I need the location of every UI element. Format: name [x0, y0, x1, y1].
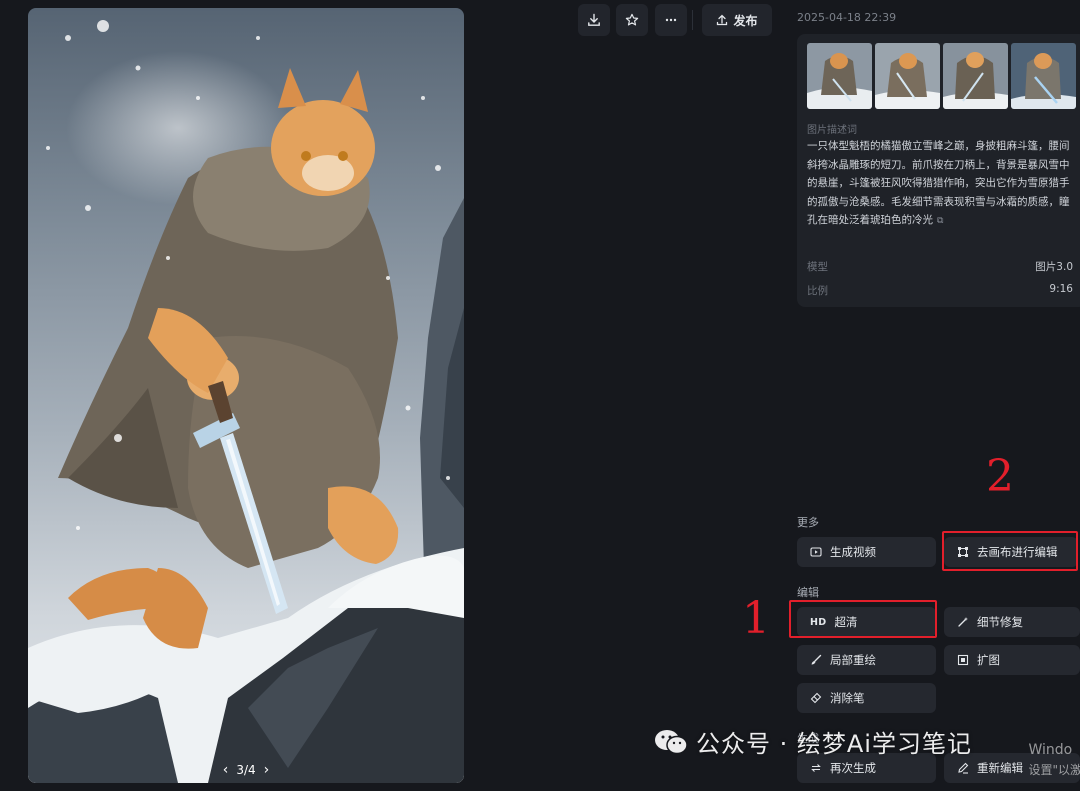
detail-repair-label: 细节修复 — [977, 615, 1023, 629]
generated-image-viewer[interactable]: ‹ 3/4 › — [28, 8, 464, 783]
model-row: 模型 图片3.0 — [807, 259, 1073, 274]
thumbnail-1[interactable] — [807, 43, 872, 109]
video-icon — [810, 546, 822, 558]
refresh-icon — [810, 762, 822, 774]
thumbnail-image — [943, 43, 1008, 109]
canvas-edit-label: 去画布进行编辑 — [977, 545, 1058, 559]
watermark-text: 公众号 · 绘梦Ai学习笔记 — [696, 730, 972, 758]
ratio-value: 9:16 — [1049, 283, 1073, 295]
thumbnail-image — [875, 43, 940, 109]
generated-image — [28, 20, 464, 783]
publish-button[interactable]: 发布 — [702, 4, 772, 36]
brush-icon — [810, 654, 822, 666]
expand-label: 扩图 — [977, 653, 1000, 667]
pencil-icon — [957, 762, 969, 774]
os-overlay-line-2: 设置"以激 — [1028, 763, 1080, 777]
next-image-arrow-icon[interactable]: › — [264, 762, 270, 778]
upscale-button[interactable]: HD 超清 — [797, 607, 936, 637]
wechat-watermark: 公众号 · 绘梦Ai学习笔记 — [654, 724, 972, 759]
thumbnail-2[interactable] — [875, 43, 940, 109]
thumbnail-3[interactable] — [943, 43, 1008, 109]
generate-video-button[interactable]: 生成视频 — [797, 537, 936, 567]
generate-video-label: 生成视频 — [830, 545, 876, 559]
image-pager: ‹ 3/4 › — [28, 759, 464, 781]
previous-image-arrow-icon[interactable]: ‹ — [223, 762, 229, 778]
thumbnail-strip — [807, 43, 1076, 109]
os-overlay-line-1: Windo — [1028, 742, 1073, 758]
expand-button[interactable]: 扩图 — [944, 645, 1080, 675]
image-info-card: 图片描述词 一只体型魁梧的橘猫傲立雪峰之巅，身披粗麻斗篷，腰间斜挎冰晶雕琢的短刀… — [797, 34, 1080, 307]
copy-icon[interactable]: ⧉ — [937, 212, 943, 231]
thumbnail-image — [807, 43, 872, 109]
prompt-description: 一只体型魁梧的橘猫傲立雪峰之巅，身披粗麻斗篷，腰间斜挎冰晶雕琢的短刀。前爪按在刀… — [807, 137, 1075, 231]
edit-section-label: 编辑 — [797, 586, 819, 599]
ratio-row: 比例 9:16 — [807, 283, 1073, 298]
inpaint-label: 局部重绘 — [830, 653, 876, 667]
hd-badge: HD — [810, 616, 827, 628]
expand-frame-icon — [957, 654, 969, 666]
download-button[interactable] — [578, 4, 610, 36]
more-horizontal-icon — [665, 18, 677, 22]
toolbar-divider — [692, 10, 693, 30]
publish-label: 发布 — [733, 13, 758, 28]
wechat-logo-icon — [654, 728, 688, 756]
canvas-transform-icon — [957, 546, 969, 558]
model-label: 模型 — [807, 261, 828, 273]
detail-repair-button[interactable]: 细节修复 — [944, 607, 1080, 637]
upscale-label: 超清 — [834, 615, 858, 629]
thumbnail-4[interactable] — [1011, 43, 1076, 109]
magic-wand-icon — [957, 616, 969, 628]
favorite-button[interactable] — [616, 4, 648, 36]
model-value: 图片3.0 — [1035, 261, 1073, 273]
eraser-icon — [810, 692, 822, 704]
inpaint-button[interactable]: 局部重绘 — [797, 645, 936, 675]
eraser-button[interactable]: 消除笔 — [797, 683, 936, 713]
more-options-button[interactable] — [655, 4, 687, 36]
reedit-label: 重新编辑 — [977, 761, 1023, 775]
eraser-label: 消除笔 — [830, 691, 865, 705]
ratio-label: 比例 — [807, 285, 828, 297]
canvas-edit-button[interactable]: 去画布进行编辑 — [944, 537, 1078, 567]
star-icon — [625, 13, 639, 26]
regenerate-label: 再次生成 — [830, 761, 876, 775]
annotation-number-1: 1 — [742, 593, 770, 644]
annotation-number-2: 2 — [986, 451, 1014, 502]
description-label: 图片描述词 — [807, 125, 857, 136]
thumbnail-image — [1011, 43, 1076, 109]
more-section-label: 更多 — [797, 516, 819, 529]
creation-timestamp: 2025-04-18 22:39 — [797, 11, 897, 24]
upload-icon — [717, 14, 728, 26]
pager-indicator: 3/4 — [236, 763, 256, 777]
windows-activation-overlay: Windo 设置"以激 — [1028, 740, 1080, 780]
download-icon — [588, 13, 600, 26]
